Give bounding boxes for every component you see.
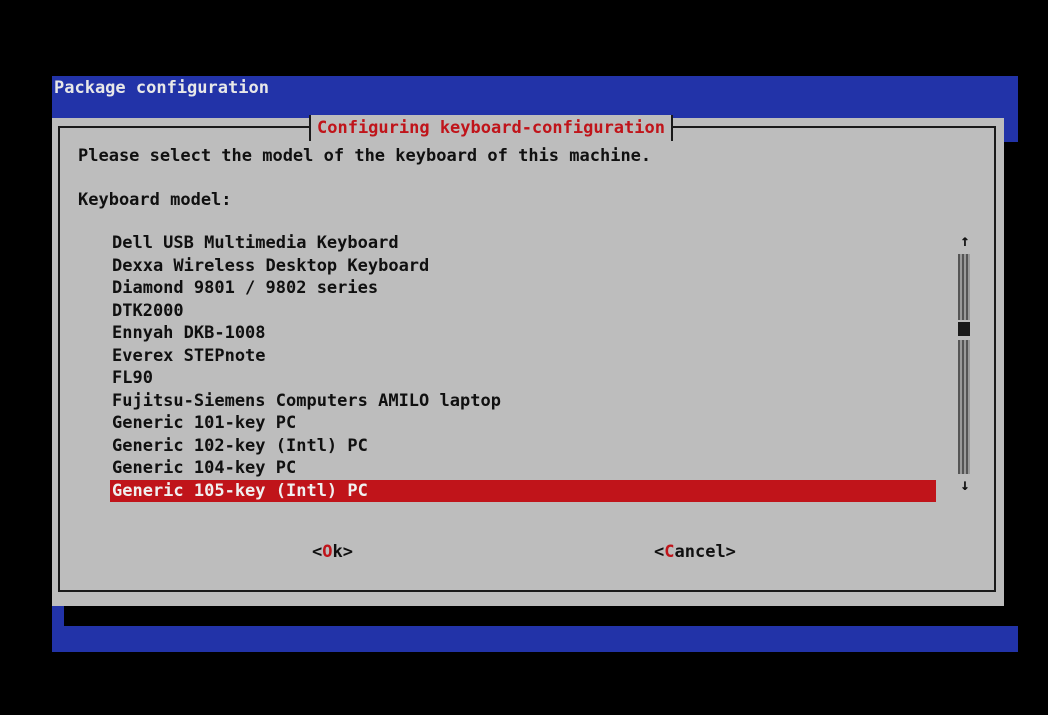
list-item[interactable]: Dexxa Wireless Desktop Keyboard <box>110 255 936 278</box>
list-item[interactable]: Generic 104-key PC <box>110 457 936 480</box>
hotkey-letter: O <box>322 542 333 562</box>
list-item[interactable]: Dell USB Multimedia Keyboard <box>110 232 936 255</box>
scrollbar-thumb[interactable] <box>958 322 970 336</box>
list-item[interactable]: Diamond 9801 / 9802 series <box>110 277 936 300</box>
list-item[interactable]: DTK2000 <box>110 300 936 323</box>
list-item[interactable]: Generic 101-key PC <box>110 412 936 435</box>
list-item[interactable]: Everex STEPnote <box>110 345 936 368</box>
dialog-title: Configuring keyboard-configuration <box>317 118 665 138</box>
keyboard-model-label: Keyboard model: <box>78 190 232 210</box>
dialog-title-box: Configuring keyboard-configuration <box>309 115 673 141</box>
list-item[interactable]: Generic 102-key (Intl) PC <box>110 435 936 458</box>
hotkey-letter: C <box>664 542 675 562</box>
terminal-screen: Package configuration Configuring keyboa… <box>0 0 1048 715</box>
list-item[interactable]: Ennyah DKB-1008 <box>110 322 936 345</box>
keyboard-model-list: Dell USB Multimedia Keyboard Dexxa Wirel… <box>110 232 936 502</box>
list-item[interactable]: FL90 <box>110 367 936 390</box>
backtitle: Package configuration <box>54 78 269 98</box>
scrollbar-track-lower[interactable] <box>958 340 970 474</box>
dialog-shadow-right <box>1004 142 1018 626</box>
list-item[interactable]: Fujitsu-Siemens Computers AMILO laptop <box>110 390 936 413</box>
ok-button[interactable]: <Ok> <box>312 542 353 562</box>
cancel-button[interactable]: <Cancel> <box>654 542 736 562</box>
scroll-down-arrow-icon[interactable]: ↓ <box>958 476 972 494</box>
scroll-up-arrow-icon[interactable]: ↑ <box>958 232 972 250</box>
scrollbar-track-upper[interactable] <box>958 254 970 320</box>
dialog-shadow-bottom <box>64 604 1016 626</box>
dialog-prompt: Please select the model of the keyboard … <box>78 146 652 166</box>
list-item-selected[interactable]: Generic 105-key (Intl) PC <box>110 479 936 502</box>
